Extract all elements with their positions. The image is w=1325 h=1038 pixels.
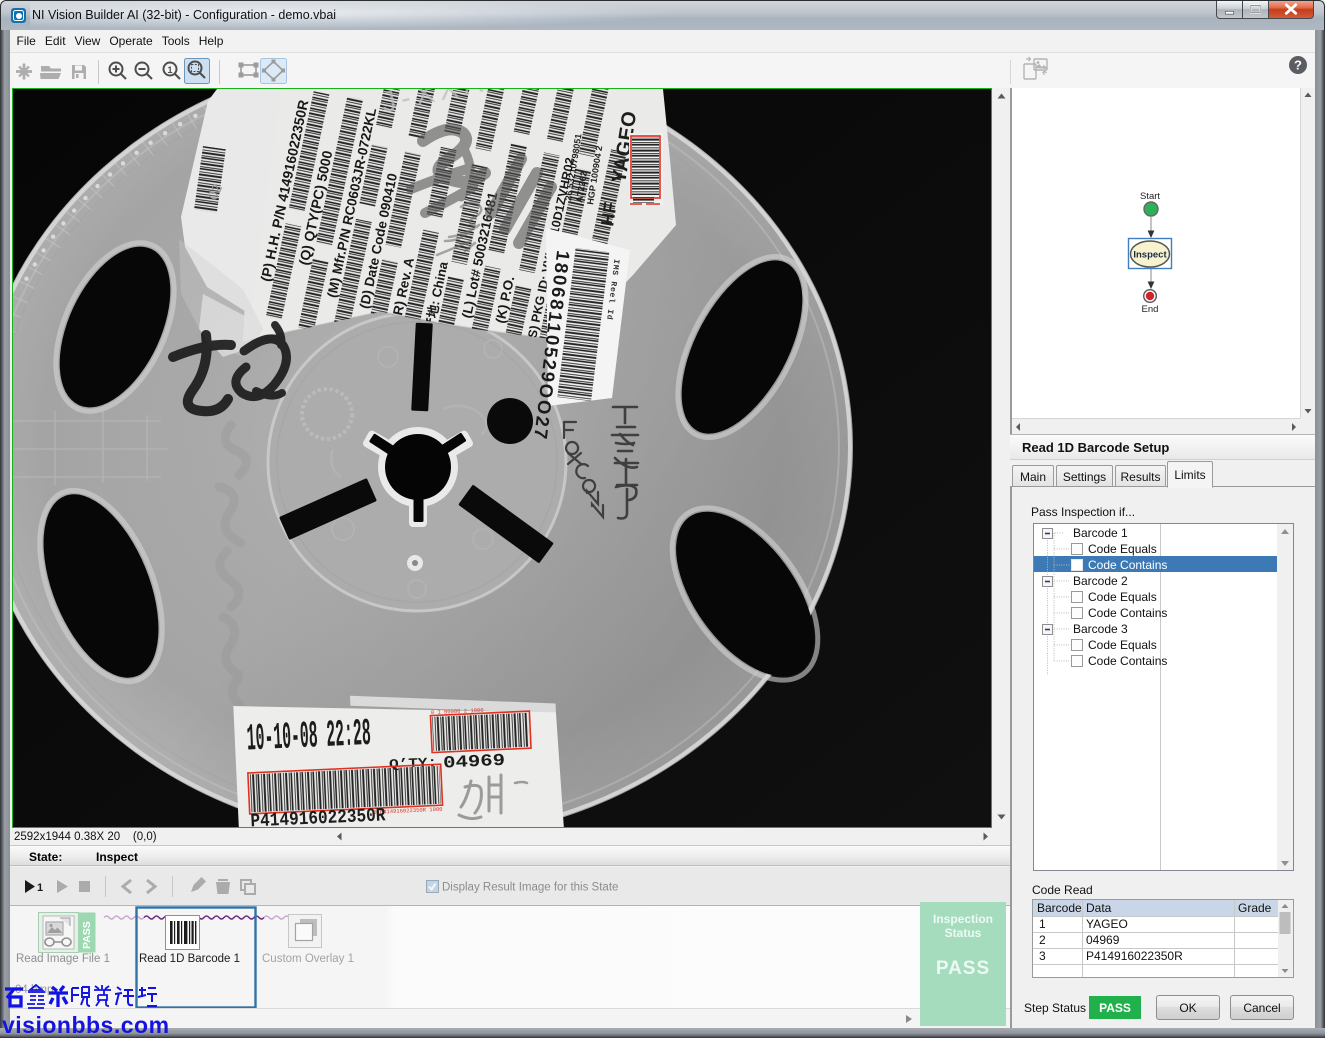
svg-text:HF: HF [597,201,621,228]
svg-text:Barcode 3: Barcode 3 [1073,622,1128,636]
svg-text:Code Equals: Code Equals [1088,542,1157,556]
svg-text:End: End [1142,304,1159,315]
svg-text:1: 1 [1039,917,1046,931]
svg-text:Code Equals: Code Equals [1088,590,1157,604]
svg-text:Code Contains: Code Contains [1088,654,1167,668]
svg-text:YAGEO: YAGEO [1086,917,1128,931]
svg-text:Display Result Image for this: Display Result Image for this State [442,882,618,894]
svg-text:Code Contains: Code Contains [1088,606,1167,620]
svg-text:Code Contains: Code Contains [1088,558,1167,572]
svg-text:1: 1 [37,882,43,894]
svg-text:1: 1 [167,65,172,75]
svg-text:PASS: PASS [81,921,93,949]
svg-text:10-10-08 22:28: 10-10-08 22:28 [246,713,372,762]
svg-text:Barcode 2: Barcode 2 [1073,574,1128,588]
svg-text:04969: 04969 [1086,933,1120,947]
svg-text:Barcode: Barcode [1037,901,1082,915]
svg-text:3: 3 [1039,949,1046,963]
svg-text:2: 2 [1039,933,1046,947]
svg-text:04969: 04969 [443,752,506,774]
svg-text:Grade: Grade [1238,901,1272,915]
svg-text:Read 1D Barcode 1: Read 1D Barcode 1 [139,953,240,965]
svg-text:P414916022350R: P414916022350R [1086,949,1183,963]
svg-text:Read Image File 1: Read Image File 1 [16,953,110,965]
svg-text:Data: Data [1086,901,1112,915]
svg-text:Inspect: Inspect [1133,250,1167,261]
svg-text:Barcode 1: Barcode 1 [1073,526,1128,540]
svg-text:?: ? [1294,58,1302,73]
svg-text:Custom Overlay 1: Custom Overlay 1 [262,953,354,965]
svg-text:Code Equals: Code Equals [1088,638,1157,652]
svg-text:Start: Start [1140,191,1160,202]
